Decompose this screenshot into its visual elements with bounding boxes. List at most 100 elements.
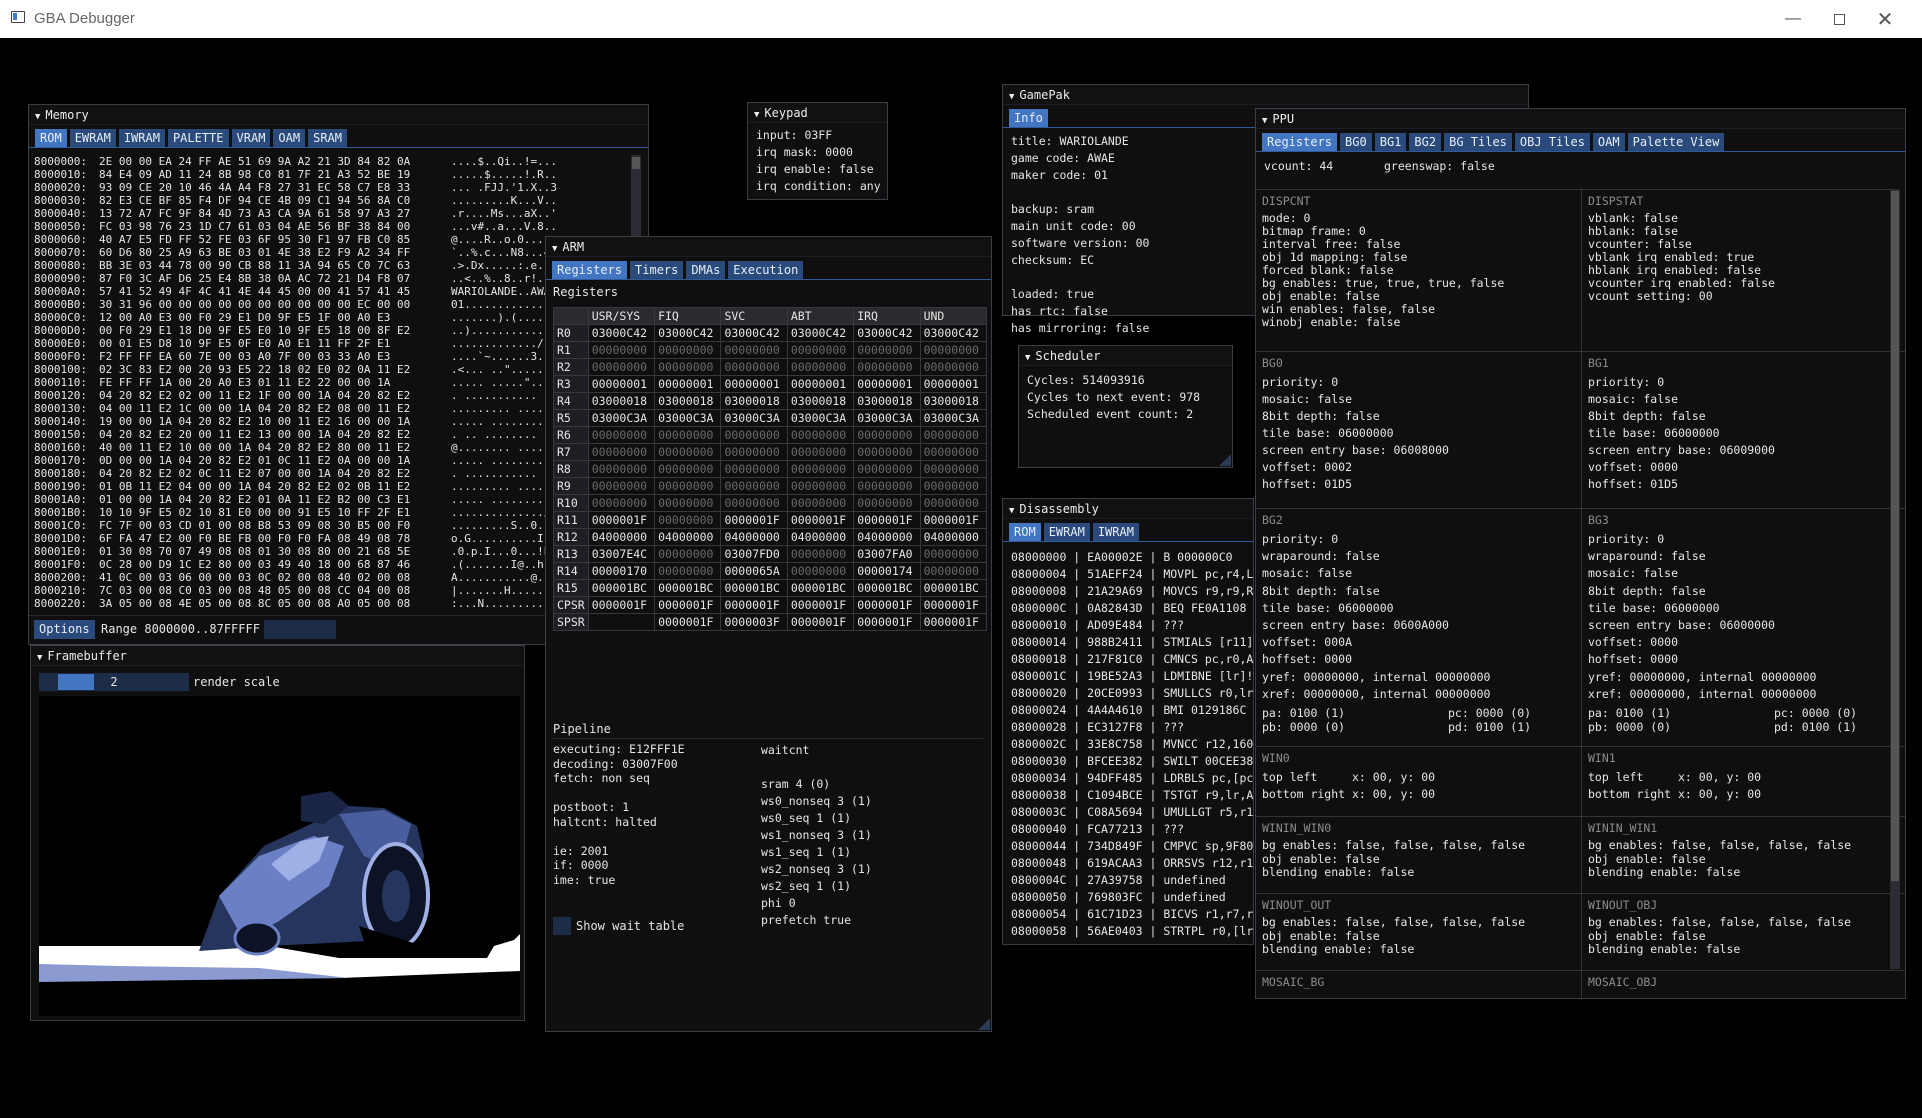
tab-ewram[interactable]: EWRAM [1043, 523, 1090, 541]
memory-row: 8000050: FC 03 98 76 23 1D C7 61 03 04 AE… [34, 220, 634, 233]
memory-hex[interactable]: 93 09 CE 20 10 46 4A A4 F8 27 31 EC 58 C… [99, 181, 437, 194]
collapse-triangle-icon[interactable]: ▼ [35, 112, 40, 122]
memory-hex[interactable]: 01 00 00 1A 04 20 82 E2 01 0A 11 E2 B2 0… [99, 493, 437, 506]
tab-info[interactable]: Info [1009, 109, 1048, 127]
render-scale-slider[interactable]: 2 [39, 673, 189, 691]
memory-range-input[interactable] [264, 620, 336, 639]
minimize-button[interactable]: — [1770, 0, 1816, 38]
memory-hex[interactable]: 0C 28 00 D9 1C E2 80 00 03 49 40 18 00 6… [99, 558, 437, 571]
framebuffer-header[interactable]: ▼ Framebuffer [31, 646, 524, 666]
memory-address: 8000140: [34, 415, 87, 428]
tab-dmas[interactable]: DMAs [686, 261, 726, 279]
memory-hex[interactable]: 00 F0 29 E1 18 D0 9F E5 E0 10 9F E5 18 0… [99, 324, 437, 337]
scheduler-line: Scheduled event count: 2 [1027, 407, 1194, 421]
memory-hex[interactable]: 30 31 96 00 00 00 00 00 00 00 00 00 00 E… [99, 298, 437, 311]
memory-address: 80000A0: [34, 285, 87, 298]
tab-rom[interactable]: ROM [35, 129, 67, 147]
memory-hex[interactable]: 84 E4 09 AD 11 24 8B 98 C0 81 7F 21 A3 5… [99, 168, 437, 181]
tab-palette-view[interactable]: Palette View [1627, 133, 1725, 151]
tab-ewram[interactable]: EWRAM [69, 129, 116, 147]
disassembly-listing[interactable]: 08000000 | EA00002E | B 000000C0 08000004… [1011, 549, 1253, 940]
memory-hex[interactable]: 40 00 11 E2 10 00 00 1A 04 20 82 E2 80 0… [99, 441, 437, 454]
memory-hex[interactable]: FC 7F 00 03 CD 01 00 08 B8 53 09 08 30 B… [99, 519, 437, 532]
gamepak-header[interactable]: ▼ GamePak [1003, 85, 1528, 105]
memory-hex[interactable]: 04 20 82 E2 20 00 11 E2 13 00 00 1A 04 2… [99, 428, 437, 441]
resize-grip[interactable] [978, 1018, 990, 1030]
disassembly-header[interactable]: ▼ Disassembly [1003, 499, 1253, 519]
memory-hex[interactable]: 3A 05 00 08 4E 05 00 08 8C 05 00 08 A0 0… [99, 597, 437, 610]
show-wait-table-checkbox[interactable] [553, 917, 571, 935]
memory-hex[interactable]: 2E 00 00 EA 24 FF AE 51 69 9A A2 21 3D 8… [99, 155, 437, 168]
resize-grip[interactable] [1219, 454, 1231, 466]
memory-hex[interactable]: FE FF FF 1A 00 20 A0 E3 01 11 E2 22 00 0… [99, 376, 437, 389]
memory-hex-view[interactable]: 8000000: 2E 00 00 EA 24 FF AE 51 69 9A A2… [34, 155, 634, 610]
tab-registers[interactable]: Registers [1262, 133, 1338, 151]
show-wait-table-label[interactable]: Show wait table [576, 919, 684, 933]
memory-hex[interactable]: 01 0B 11 E2 04 00 00 1A 04 20 82 E2 02 0… [99, 480, 437, 493]
tab-oam[interactable]: OAM [1592, 133, 1625, 151]
tab-obj-tiles[interactable]: OBJ Tiles [1514, 133, 1590, 151]
memory-hex[interactable]: 10 10 9F E5 02 10 81 E0 00 00 91 E5 10 F… [99, 506, 437, 519]
memory-hex[interactable]: 12 00 A0 E3 00 F0 29 E1 D0 9F E5 1F 00 A… [99, 311, 437, 324]
register-row: R13 03007E4C 00000000 03007FD0 00000000 03007… [553, 545, 988, 563]
memory-hex[interactable]: 60 D6 80 25 A9 63 BE 03 01 4E 38 E2 F9 A… [99, 246, 437, 259]
waitcnt-line: ws0_seq 1 (1) [761, 811, 852, 825]
tab-timers[interactable]: Timers [630, 261, 684, 279]
memory-hex[interactable]: 87 F0 3C AF D6 25 E4 8B 38 0A AC 72 21 D… [99, 272, 437, 285]
memory-hex[interactable]: 41 0C 00 03 06 00 00 03 0C 02 00 08 40 0… [99, 571, 437, 584]
memory-address: 8000160: [34, 441, 87, 454]
tab-bg0[interactable]: BG0 [1340, 133, 1372, 151]
memory-header[interactable]: ▼ Memory [29, 105, 648, 125]
ppu-header[interactable]: ▼ PPU [1256, 109, 1905, 129]
memory-hex[interactable]: 04 20 82 E2 02 0C 11 E2 07 00 00 1A 04 2… [99, 467, 437, 480]
memory-hex[interactable]: 40 A7 E5 FD FF 52 FE 03 6F 95 30 F1 97 F… [99, 233, 437, 246]
ppu-bg2-affine-row: pa: 0100 (1) pc: 0000 (0) [1262, 706, 1575, 721]
tab-execution[interactable]: Execution [728, 261, 804, 279]
memory-hex[interactable]: 01 30 08 70 07 49 08 08 01 30 08 80 00 2… [99, 545, 437, 558]
memory-hex[interactable]: BB 3E 03 44 78 00 90 CB 88 11 3A 94 65 C… [99, 259, 437, 272]
tab-vram[interactable]: VRAM [231, 129, 271, 147]
collapse-triangle-icon[interactable]: ▼ [1025, 353, 1030, 363]
memory-hex[interactable]: 02 3C 83 E2 00 20 93 E5 22 18 02 E0 02 0… [99, 363, 437, 376]
tab-registers[interactable]: Registers [552, 261, 628, 279]
collapse-triangle-icon[interactable]: ▼ [1262, 116, 1267, 126]
memory-hex[interactable]: 19 00 00 1A 04 20 82 E2 10 00 11 E2 16 0… [99, 415, 437, 428]
memory-row: 8000170: 0D 00 00 1A 04 20 82 E2 01 0C 11… [34, 454, 634, 467]
maximize-button[interactable] [1816, 0, 1862, 38]
tab-palette[interactable]: PALETTE [167, 129, 229, 147]
ppu-scrollbar[interactable] [1890, 189, 1900, 969]
collapse-triangle-icon[interactable]: ▼ [37, 653, 42, 663]
collapse-triangle-icon[interactable]: ▼ [754, 110, 759, 120]
tab-iwram[interactable]: IWRAM [118, 129, 165, 147]
collapse-triangle-icon[interactable]: ▼ [552, 244, 557, 254]
tab-bg-tiles[interactable]: BG Tiles [1444, 133, 1512, 151]
tab-sram[interactable]: SRAM [308, 129, 348, 147]
tab-iwram[interactable]: IWRAM [1092, 523, 1139, 541]
close-button[interactable]: ✕ [1862, 0, 1908, 38]
collapse-triangle-icon[interactable]: ▼ [1009, 92, 1014, 102]
arm-header[interactable]: ▼ ARM [546, 237, 991, 257]
tab-bg2[interactable]: BG2 [1409, 133, 1442, 151]
ppu-bg1-line: priority: 0 [1588, 375, 1665, 389]
memory-hex[interactable]: 04 00 11 E2 1C 00 00 1A 04 20 82 E2 08 0… [99, 402, 437, 415]
tab-bg1[interactable]: BG1 [1374, 133, 1407, 151]
memory-hex[interactable]: F2 FF FF EA 60 7E 00 03 A0 7F 00 03 33 A… [99, 350, 437, 363]
memory-options-button[interactable]: Options [34, 620, 95, 639]
memory-hex[interactable]: 82 E3 CE BF 85 F4 DF 94 CE 4B 09 C1 94 5… [99, 194, 437, 207]
gamepak-line: checksum: EC [1011, 253, 1095, 267]
tab-oam[interactable]: OAM [273, 129, 306, 147]
register-value: 0000001F [786, 511, 855, 529]
memory-hex[interactable]: FC 03 98 76 23 1D C7 61 03 04 AE 56 BF 3… [99, 220, 437, 233]
collapse-triangle-icon[interactable]: ▼ [1009, 506, 1014, 516]
memory-hex[interactable]: 57 41 52 49 4F 4C 41 4E 44 45 00 00 41 5… [99, 285, 437, 298]
tab-rom[interactable]: ROM [1009, 523, 1041, 541]
scheduler-header[interactable]: ▼ Scheduler [1019, 346, 1232, 366]
keypad-header[interactable]: ▼ Keypad [748, 103, 887, 123]
memory-hex[interactable]: 6F FA 47 E2 00 F0 BE FB 00 F0 F0 FA 08 4… [99, 532, 437, 545]
memory-hex[interactable]: 7C 03 00 08 C0 03 00 08 48 05 00 08 CC 0… [99, 584, 437, 597]
memory-hex[interactable]: 00 01 E5 D8 10 9F E5 0F E0 A0 E1 11 FF 2… [99, 337, 437, 350]
memory-hex[interactable]: 0D 00 00 1A 04 20 82 E2 01 0C 11 E2 0A 0… [99, 454, 437, 467]
memory-hex[interactable]: 04 20 82 E2 02 00 11 E2 1F 00 00 1A 04 2… [99, 389, 437, 402]
ppu-bg3-line: xref: 00000000, internal 00000000 [1588, 686, 1817, 701]
memory-hex[interactable]: 13 72 A7 FC 9F 84 4D 73 A3 CA 9A 61 58 9… [99, 207, 437, 220]
